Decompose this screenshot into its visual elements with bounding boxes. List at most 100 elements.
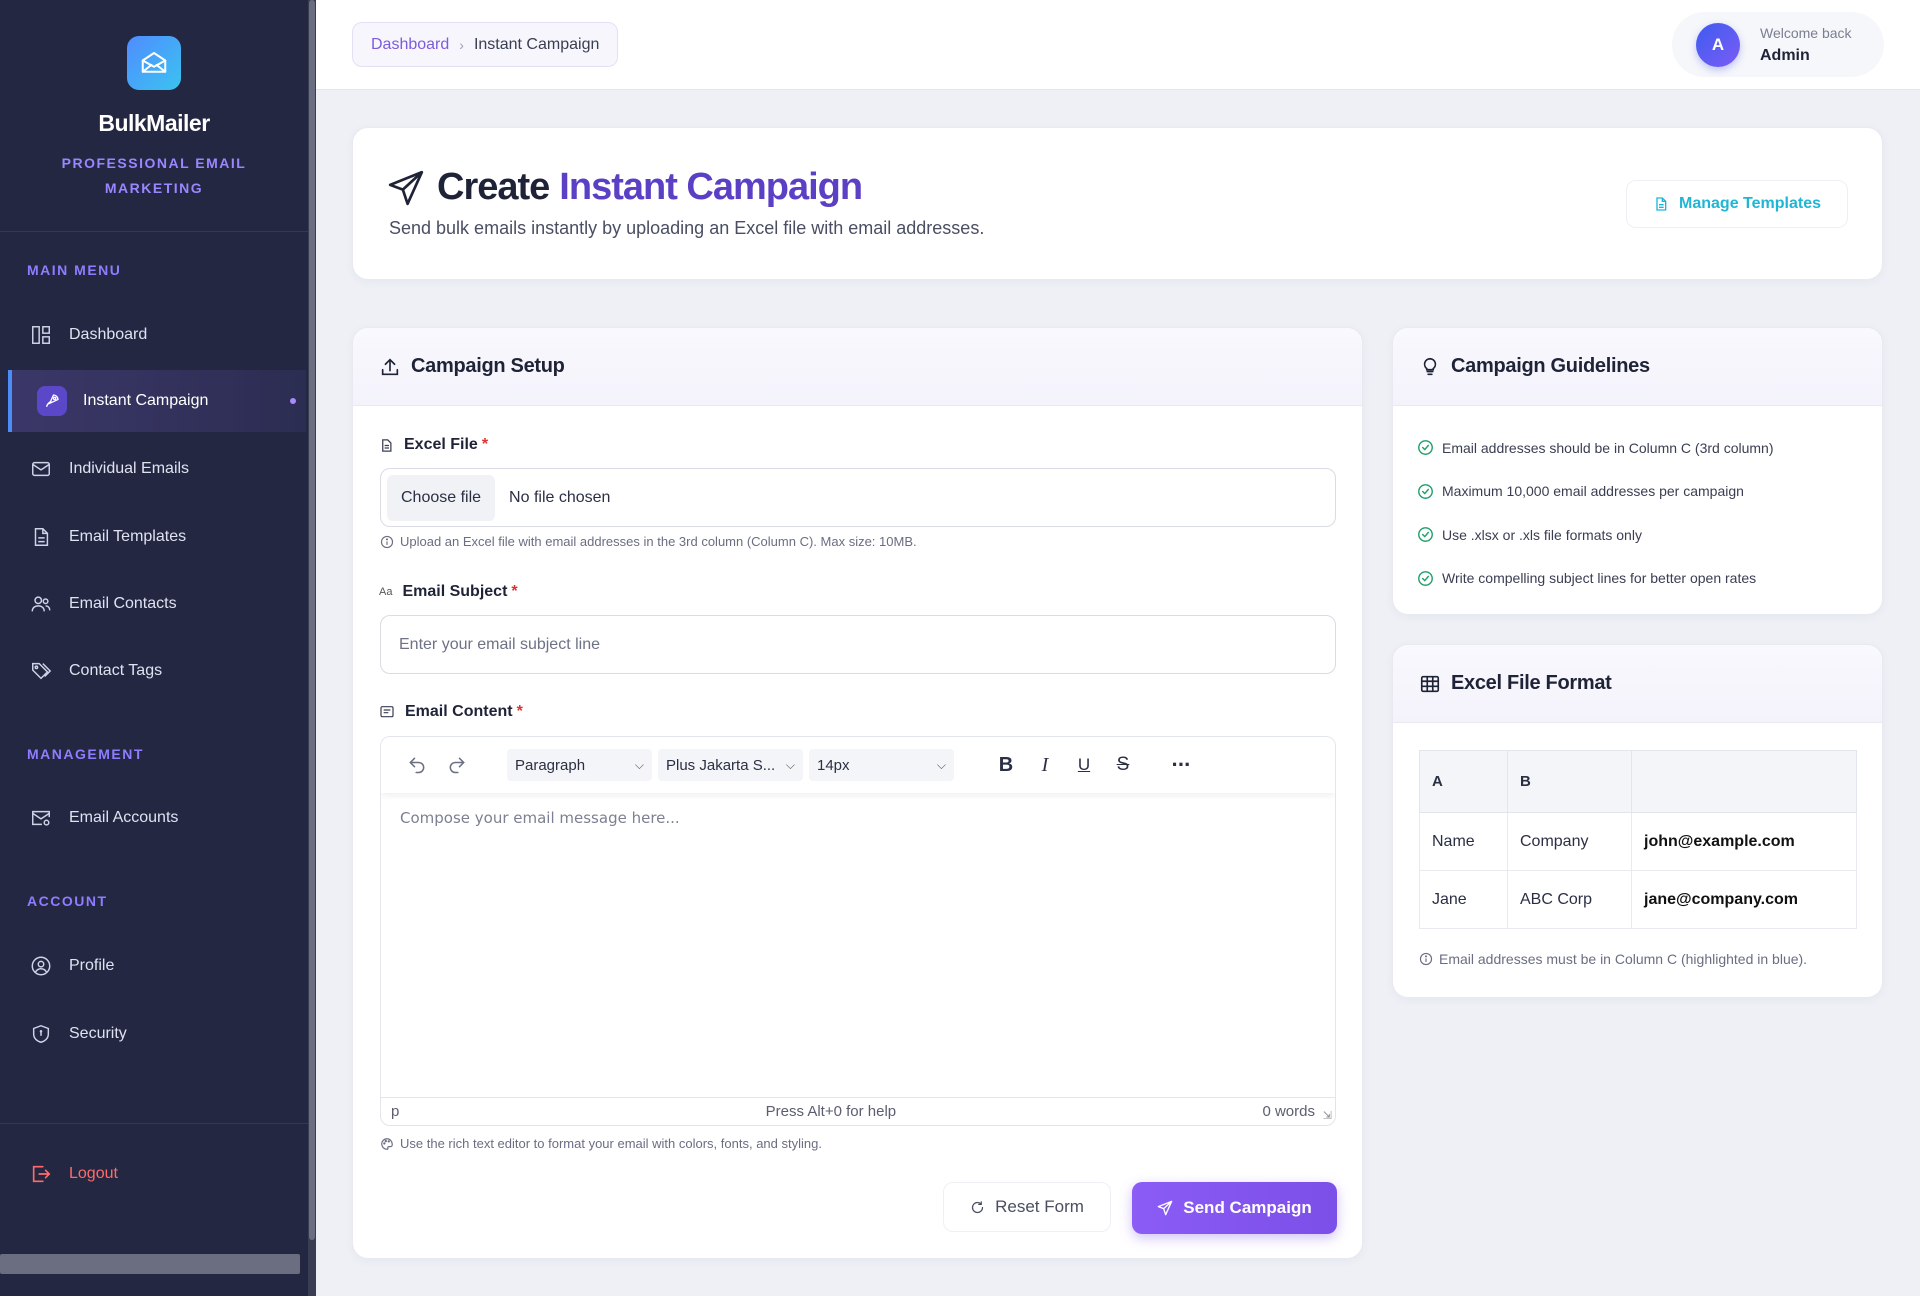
sidebar-item-label: Email Templates xyxy=(69,528,187,545)
check-circle-icon xyxy=(1417,483,1434,500)
excel-format-title: Excel File Format xyxy=(1451,672,1612,694)
logout-button[interactable]: Logout xyxy=(0,1143,300,1205)
excel-file-hint: Upload an Excel file with email addresse… xyxy=(380,534,917,549)
tags-icon xyxy=(30,660,52,682)
font-size-select[interactable]: 14px ⌵ xyxy=(809,749,954,781)
excel-format-header: Excel File Format xyxy=(1393,645,1882,723)
horizontal-scrollbar[interactable] xyxy=(0,1254,300,1274)
manage-templates-button[interactable]: Manage Templates xyxy=(1626,180,1848,228)
sidebar-item-dashboard[interactable]: Dashboard xyxy=(0,304,300,366)
manage-templates-label: Manage Templates xyxy=(1679,195,1821,212)
excel-format-note: Email addresses must be in Column C (hig… xyxy=(1419,951,1807,967)
table-cell: Jane xyxy=(1419,870,1508,929)
active-indicator-dot xyxy=(290,398,296,404)
element-path[interactable]: p xyxy=(391,1103,399,1120)
sidebar-item-security[interactable]: Security xyxy=(0,1003,300,1065)
choose-file-button[interactable]: Choose file xyxy=(387,474,496,521)
required-mark: * xyxy=(511,583,518,600)
table-cell: Name xyxy=(1419,812,1508,871)
guideline-text: Write compelling subject lines for bette… xyxy=(1442,570,1757,587)
dashboard-icon xyxy=(30,324,52,346)
email-subject-input[interactable] xyxy=(380,615,1336,674)
user-menu[interactable]: A Welcome back Admin xyxy=(1672,12,1884,77)
palette-icon xyxy=(380,1137,394,1151)
file-icon xyxy=(379,438,394,453)
more-options-icon[interactable]: ··· xyxy=(1163,749,1199,781)
sidebar-divider xyxy=(0,1123,308,1124)
excel-file-input[interactable]: Choose file No file chosen xyxy=(380,468,1336,527)
campaign-setup-header: Campaign Setup xyxy=(353,328,1362,406)
check-circle-icon xyxy=(1417,439,1434,456)
italic-icon[interactable]: I xyxy=(1027,749,1063,781)
breadcrumb-dashboard-link[interactable]: Dashboard xyxy=(371,36,449,54)
brand: BulkMailer PROFESSIONAL EMAIL MARKETING xyxy=(0,0,308,232)
rich-text-editor[interactable]: Paragraph ⌵ Plus Jakarta S... ⌵ 14px ⌵ B… xyxy=(380,736,1336,1126)
sidebar-item-label: Email Contacts xyxy=(69,595,177,612)
users-icon xyxy=(30,593,52,615)
sidebar-item-label: Individual Emails xyxy=(69,460,190,477)
page-title-part1: Create xyxy=(437,166,550,208)
rocket-icon xyxy=(37,386,67,416)
refresh-icon xyxy=(970,1200,985,1215)
sidebar-scrollbar[interactable] xyxy=(308,0,316,1296)
strikethrough-icon[interactable]: S xyxy=(1105,749,1141,781)
sidebar-item-instant-campaign[interactable]: Instant Campaign xyxy=(8,370,306,432)
send-icon xyxy=(1157,1200,1173,1216)
breadcrumb: Dashboard › Instant Campaign xyxy=(352,22,619,67)
user-name: Admin xyxy=(1760,46,1810,64)
check-circle-icon xyxy=(1417,570,1434,587)
logout-icon xyxy=(30,1163,52,1185)
table-cell-email: john@example.com xyxy=(1631,812,1857,871)
excel-file-label-text: Excel File xyxy=(404,436,478,453)
sidebar-item-profile[interactable]: Profile xyxy=(0,935,300,997)
welcome-text: Welcome back xyxy=(1760,24,1852,41)
section-account: ACCOUNT xyxy=(27,893,108,909)
sidebar: BulkMailer PROFESSIONAL EMAIL MARKETING … xyxy=(0,0,308,1296)
guidelines-header: Campaign Guidelines xyxy=(1393,328,1882,406)
breadcrumb-separator: › xyxy=(459,36,464,53)
mail-settings-icon xyxy=(30,807,52,829)
sidebar-item-label: Dashboard xyxy=(69,326,148,343)
list-item: Email addresses should be in Column C (3… xyxy=(1417,426,1858,470)
table-cell-email: jane@company.com xyxy=(1631,870,1857,929)
word-count[interactable]: 0 words xyxy=(1262,1103,1315,1120)
table-cell: ABC Corp xyxy=(1507,870,1632,929)
scrollbar-thumb[interactable] xyxy=(309,0,315,1240)
reset-form-button[interactable]: Reset Form xyxy=(943,1182,1111,1232)
redo-icon[interactable] xyxy=(441,749,473,781)
topbar: Dashboard › Instant Campaign A Welcome b… xyxy=(316,0,1920,90)
sidebar-item-label: Instant Campaign xyxy=(83,392,209,409)
editor-hint-text: Use the rich text editor to format your … xyxy=(400,1136,822,1151)
undo-icon[interactable] xyxy=(401,749,433,781)
info-icon xyxy=(380,535,394,549)
sidebar-item-email-templates[interactable]: Email Templates xyxy=(0,506,300,568)
campaign-setup-title: Campaign Setup xyxy=(411,355,565,377)
page-header-card: Create Instant Campaign Send bulk emails… xyxy=(352,127,1883,280)
sidebar-item-email-contacts[interactable]: Email Contacts xyxy=(0,573,300,635)
bold-icon[interactable]: B xyxy=(988,749,1024,781)
breadcrumb-current: Instant Campaign xyxy=(473,35,600,53)
font-family-value: Plus Jakarta S... xyxy=(666,756,776,774)
chevron-down-icon: ⌵ xyxy=(785,757,795,772)
editor-hint: Use the rich text editor to format your … xyxy=(380,1136,822,1151)
guidelines-list: Email addresses should be in Column C (3… xyxy=(1393,406,1882,620)
sidebar-item-label: Email Accounts xyxy=(69,809,179,826)
resize-handle-icon[interactable]: ⇲ xyxy=(1323,1109,1332,1122)
block-format-select[interactable]: Paragraph ⌵ xyxy=(507,749,652,781)
underline-icon[interactable]: U xyxy=(1066,749,1102,781)
sidebar-item-individual-emails[interactable]: Individual Emails xyxy=(0,438,300,500)
email-subject-label: Aa Email Subject * xyxy=(379,583,518,601)
editor-toolbar: Paragraph ⌵ Plus Jakarta S... ⌵ 14px ⌵ B… xyxy=(381,737,1335,793)
check-circle-icon xyxy=(1417,526,1434,543)
send-campaign-button[interactable]: Send Campaign xyxy=(1132,1182,1337,1234)
font-family-select[interactable]: Plus Jakarta S... ⌵ xyxy=(658,749,803,781)
campaign-setup-card: Campaign Setup Excel File * Choose file … xyxy=(352,327,1363,1259)
sidebar-item-email-accounts[interactable]: Email Accounts xyxy=(0,787,300,849)
guidelines-title: Campaign Guidelines xyxy=(1451,355,1650,377)
envelope-icon xyxy=(127,36,181,90)
editor-content-area[interactable]: Compose your email message here... xyxy=(381,793,1335,1097)
email-content-label: Email Content * xyxy=(379,703,523,721)
user-text: Welcome back Admin xyxy=(1760,25,1852,65)
section-main-menu: MAIN MENU xyxy=(27,262,122,278)
sidebar-item-contact-tags[interactable]: Contact Tags xyxy=(0,640,300,702)
